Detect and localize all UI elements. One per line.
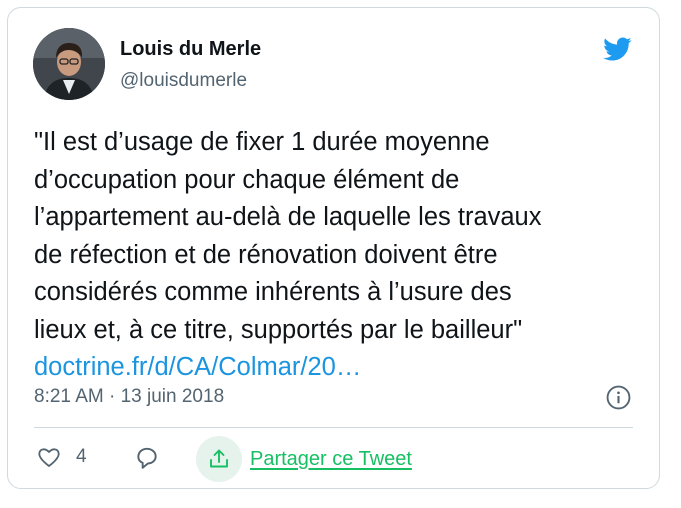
share-tweet-button[interactable]: Partager ce Tweet bbox=[196, 436, 412, 482]
heart-icon bbox=[38, 448, 60, 467]
author-name[interactable]: Louis du Merle bbox=[120, 38, 261, 61]
tweet-text-line: "Il est d’usage de fixer 1 durée moyenne bbox=[34, 128, 490, 156]
tweet-text: "Il est d’usage de fixer 1 durée moyenne… bbox=[34, 124, 654, 387]
share-tweet-label: Partager ce Tweet bbox=[250, 447, 412, 470]
tweet-text-line: considérés comme inhérents à l’usure des bbox=[34, 278, 512, 306]
tweet-card: Louis du Merle @louisdumerle "Il est d’u… bbox=[7, 7, 660, 489]
action-bar: 4 Partager ce Tweet bbox=[8, 428, 659, 490]
twitter-bird-icon[interactable] bbox=[600, 34, 634, 64]
tweet-text-line: de réfection et de rénovation doivent êt… bbox=[34, 240, 498, 269]
share-upload-icon bbox=[196, 436, 242, 482]
like-count: 4 bbox=[76, 446, 87, 467]
reply-bubble-icon bbox=[137, 447, 157, 469]
author-handle[interactable]: @louisdumerle bbox=[120, 70, 247, 92]
author-avatar[interactable] bbox=[33, 28, 105, 100]
info-icon[interactable] bbox=[606, 385, 631, 410]
tweet-text-line: d’occupation pour chaque élément de bbox=[34, 165, 460, 194]
tweet-text-line: lieux et, à ce titre, supportés par le b… bbox=[34, 315, 523, 344]
like-button[interactable]: 4 bbox=[36, 445, 87, 469]
tweet-link[interactable]: doctrine.fr/d/CA/Colmar/20… bbox=[34, 353, 361, 381]
tweet-timestamp[interactable]: 8:21 AM · 13 juin 2018 bbox=[34, 386, 224, 408]
reply-button[interactable] bbox=[134, 445, 160, 476]
tweet-text-line: l’appartement au-delà de laquelle les tr… bbox=[34, 203, 542, 231]
